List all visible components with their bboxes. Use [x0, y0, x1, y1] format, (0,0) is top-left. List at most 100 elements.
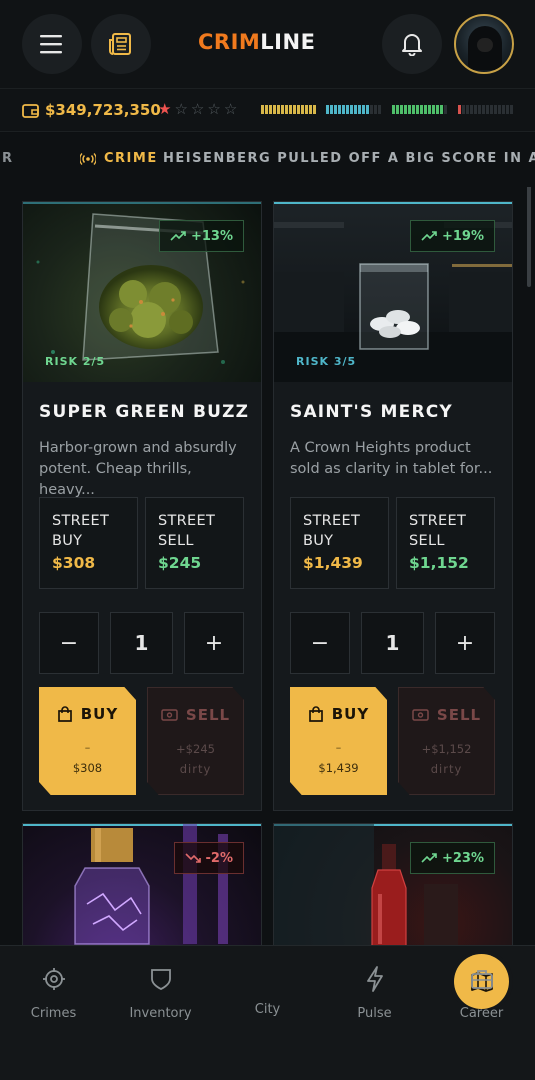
newspaper-icon: [109, 33, 131, 55]
meter-segment: [305, 105, 308, 114]
meter-segment: [458, 105, 461, 114]
meter-segment: [338, 105, 341, 114]
meter-segment: [269, 105, 272, 114]
meter-segment: [424, 105, 427, 114]
meter-segment: [313, 105, 316, 114]
trend-up-icon: [421, 853, 437, 863]
heat-meter: [458, 105, 513, 114]
meter-segment: [396, 105, 399, 114]
trend-up-icon: [421, 231, 437, 241]
energy-meter: [261, 105, 316, 114]
meter-segment: [498, 105, 501, 114]
notifications-button[interactable]: [382, 14, 442, 74]
meter-segment: [474, 105, 477, 114]
meter-segment: [392, 105, 395, 114]
street-buy-price: STREET BUY $1,439: [290, 497, 389, 589]
meter-segment: [510, 105, 513, 114]
shopping-bag-icon: [308, 705, 323, 722]
meter-segment: [277, 105, 280, 114]
money-display: $349,723,350: [22, 101, 161, 119]
meter-segment: [293, 105, 296, 114]
meter-segment: [420, 105, 423, 114]
nav-inventory[interactable]: Inventory: [107, 966, 214, 1021]
product-description: Harbor-grown and absurdly potent. Cheap …: [39, 440, 237, 498]
trend-up-icon: [170, 231, 186, 241]
sell-button[interactable]: SELL +$245 dirty: [147, 687, 244, 795]
wallet-icon: [22, 103, 39, 118]
buy-button[interactable]: BUY – $1,439: [290, 687, 387, 795]
status-bar: $349,723,350 ★ ☆ ☆ ☆ ☆: [0, 88, 535, 132]
increase-quantity-button[interactable]: +: [435, 612, 495, 674]
product-card-saints-mercy: +19% RISK 3/5 SAINT'S MERCY A Crown Heig…: [273, 201, 513, 811]
nav-career[interactable]: Career: [428, 966, 535, 1021]
meter-segment: [412, 105, 415, 114]
meter-segment: [444, 105, 447, 114]
decrease-quantity-button[interactable]: −: [290, 612, 350, 674]
shopping-bag-icon: [57, 705, 72, 722]
meter-segment: [366, 105, 369, 114]
meter-segment: [358, 105, 361, 114]
meter-segment: [281, 105, 284, 114]
app-logo: CRIMLINE: [198, 30, 316, 54]
meter-segment: [408, 105, 411, 114]
meter-segment: [378, 105, 381, 114]
trend-badge: +19%: [409, 220, 495, 252]
meter-segment: [436, 105, 439, 114]
meter-segment: [486, 105, 489, 114]
decrease-quantity-button[interactable]: −: [39, 612, 99, 674]
nav-crimes[interactable]: Crimes: [0, 966, 107, 1021]
menu-button[interactable]: [22, 14, 82, 74]
trend-badge: +13%: [158, 220, 244, 252]
product-description: A Crown Heights product sold as clarity …: [290, 440, 493, 477]
avatar[interactable]: [454, 14, 514, 74]
shield-icon: [150, 969, 171, 990]
meter-segment: [265, 105, 268, 114]
meter-segment: [301, 105, 304, 114]
meter-segment: [350, 105, 353, 114]
increase-quantity-button[interactable]: +: [184, 612, 244, 674]
meter-segment: [432, 105, 435, 114]
meter-segment: [289, 105, 292, 114]
meter-segment: [470, 105, 473, 114]
meter-segment: [309, 105, 312, 114]
bell-icon: [402, 34, 422, 56]
meter-segment: [261, 105, 264, 114]
top-bar: CRIMLINE: [0, 0, 535, 88]
sell-button[interactable]: SELL +$1,152 dirty: [398, 687, 495, 795]
meter-segment: [342, 105, 345, 114]
quantity-input[interactable]: 1: [110, 612, 173, 674]
menu-icon: [40, 35, 62, 54]
ticker-tail: R: [2, 151, 14, 166]
trend-badge: -2%: [173, 842, 244, 874]
quantity-input[interactable]: 1: [361, 612, 424, 674]
scrollbar[interactable]: [527, 187, 531, 287]
meter-segment: [404, 105, 407, 114]
cash-icon: [412, 709, 429, 721]
meter-segment: [285, 105, 288, 114]
meter-segment: [506, 105, 509, 114]
crosshair-icon: [42, 968, 65, 990]
nav-city[interactable]: City: [214, 954, 509, 1017]
buy-button[interactable]: BUY – $308: [39, 687, 136, 795]
nav-pulse[interactable]: Pulse: [321, 966, 428, 1021]
nav-label: Inventory: [129, 1006, 192, 1021]
cash-icon: [161, 709, 178, 721]
meter-segment: [354, 105, 357, 114]
meter-segment: [428, 105, 431, 114]
meter-segment: [482, 105, 485, 114]
meter-segment: [326, 105, 329, 114]
briefcase-icon: [470, 970, 493, 989]
meter-segment: [494, 105, 497, 114]
product-name: SUPER GREEN BUZZ: [39, 402, 250, 422]
meter-segment: [440, 105, 443, 114]
meter-segment: [490, 105, 493, 114]
product-grid: +13% RISK 2/5 SUPER GREEN BUZZ Harbor-gr…: [0, 187, 535, 945]
news-button[interactable]: [91, 14, 151, 74]
meter-segment: [297, 105, 300, 114]
meter-segment: [346, 105, 349, 114]
meter-segment: [362, 105, 365, 114]
wanted-level: ★ ☆ ☆ ☆ ☆: [158, 100, 237, 118]
product-card-super-green-buzz: +13% RISK 2/5 SUPER GREEN BUZZ Harbor-gr…: [22, 201, 262, 811]
product-card-vial: -2%: [22, 823, 262, 945]
meter-segment: [334, 105, 337, 114]
